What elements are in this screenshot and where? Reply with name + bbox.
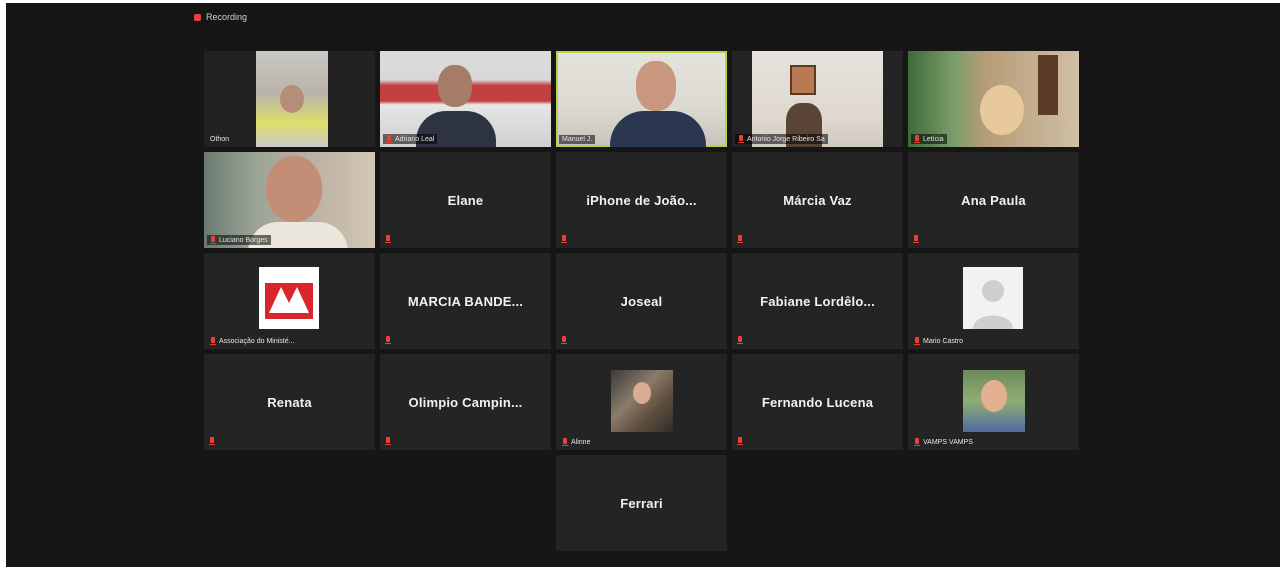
muted-mic-icon [737, 235, 743, 243]
participant-tile-p10[interactable]: Ana Paula [908, 152, 1079, 248]
gallery-view: Othon Adriano Leal Manuel J. Antonio Jor… [204, 51, 1079, 551]
person-face [981, 380, 1007, 412]
participant-name: Fernando Lucena [761, 394, 874, 410]
person-face [438, 65, 472, 107]
participant-tile-p21[interactable]: Ferrari [556, 455, 727, 551]
participant-tile-p12[interactable]: MARCIA BANDE... [380, 253, 551, 349]
muted-mic-icon [210, 337, 216, 345]
participant-label: Adriano Leal [383, 134, 438, 144]
participant-label: VAMPS VAMPS [911, 437, 976, 447]
muted-mic-icon [385, 336, 391, 344]
person-face [980, 85, 1024, 135]
participant-video [256, 51, 328, 147]
participant-name: Olimpio Campin... [408, 394, 523, 410]
participant-tile-p2[interactable]: Adriano Leal [380, 51, 551, 147]
participant-tile-p18[interactable]: Alinne [556, 354, 727, 450]
participant-name: iPhone de João... [586, 192, 697, 208]
participant-tile-p9[interactable]: Márcia Vaz [732, 152, 903, 248]
participant-tile-p8[interactable]: iPhone de João... [556, 152, 727, 248]
participant-tile-p16[interactable]: Renata [204, 354, 375, 450]
shelf [1038, 55, 1058, 115]
participant-tile-p1[interactable]: Othon [204, 51, 375, 147]
person-face [636, 61, 676, 111]
participant-video [380, 51, 551, 147]
participant-tile-p4[interactable]: Antonio Jorge Ribeiro Sa [732, 51, 903, 147]
participant-tile-p11[interactable]: Associação do Ministé... [204, 253, 375, 349]
muted-mic-icon [737, 336, 743, 344]
muted-mic-icon [561, 336, 567, 344]
profile-photo [611, 370, 673, 432]
default-avatar-icon [963, 267, 1023, 329]
participant-video [908, 51, 1079, 147]
participant-name: MARCIA BANDE... [407, 293, 524, 309]
muted-mic-icon [385, 437, 391, 445]
participant-tile-p5[interactable]: Letícia [908, 51, 1079, 147]
participant-name: Joseal [620, 293, 663, 309]
muted-mic-icon [914, 438, 920, 446]
participant-name: Ferrari [620, 495, 663, 511]
participant-tile-p19[interactable]: Fernando Lucena [732, 354, 903, 450]
participant-label: Luciano Borges [207, 235, 271, 245]
muted-mic-icon [386, 135, 392, 143]
person-face [280, 85, 304, 113]
muted-mic-icon [562, 438, 568, 446]
muted-mic-icon [914, 135, 920, 143]
profile-photo [963, 370, 1025, 432]
participant-label: Associação do Ministé... [207, 336, 297, 346]
person-body [610, 111, 706, 147]
recording-indicator[interactable]: Recording [194, 12, 247, 22]
muted-mic-icon [561, 235, 567, 243]
muted-mic-icon [209, 437, 215, 445]
participant-name: Fabiane Lordêlo... [760, 293, 875, 309]
participant-name: Renata [267, 394, 312, 410]
participant-name: Márcia Vaz [783, 192, 852, 208]
participant-tile-p7[interactable]: Elane [380, 152, 551, 248]
participant-video [558, 53, 725, 147]
person-face [266, 156, 322, 222]
participant-tile-p15[interactable]: Mario Castro [908, 253, 1079, 349]
participant-tile-p6[interactable]: Luciano Borges [204, 152, 375, 248]
participant-label: Manuel J. [559, 135, 596, 144]
recording-label: Recording [206, 12, 248, 22]
participant-label: Mario Castro [911, 336, 966, 346]
muted-mic-icon [737, 437, 743, 445]
participant-tile-p14[interactable]: Fabiane Lordêlo... [732, 253, 903, 349]
person-face [633, 382, 651, 404]
participant-name: Ana Paula [961, 192, 1026, 208]
muted-mic-icon [210, 236, 216, 244]
participant-video [204, 152, 375, 248]
muted-mic-icon [914, 337, 920, 345]
participant-name: Elane [447, 192, 484, 208]
participant-tile-p3[interactable]: Manuel J. [556, 51, 727, 147]
participant-label: Othon [210, 136, 230, 143]
participant-tile-p17[interactable]: Olimpio Campin... [380, 354, 551, 450]
muted-mic-icon [738, 135, 744, 143]
wall-picture [790, 65, 816, 95]
recording-icon [194, 13, 201, 21]
muted-mic-icon [913, 235, 919, 243]
participant-label: Alinne [559, 437, 593, 447]
organization-logo [259, 267, 319, 329]
participant-tile-p20[interactable]: VAMPS VAMPS [908, 354, 1079, 450]
participant-label: Letícia [911, 134, 947, 144]
muted-mic-icon [385, 235, 391, 243]
participant-video [752, 51, 883, 147]
participant-tile-p13[interactable]: Joseal [556, 253, 727, 349]
participant-label: Antonio Jorge Ribeiro Sa [735, 134, 828, 144]
